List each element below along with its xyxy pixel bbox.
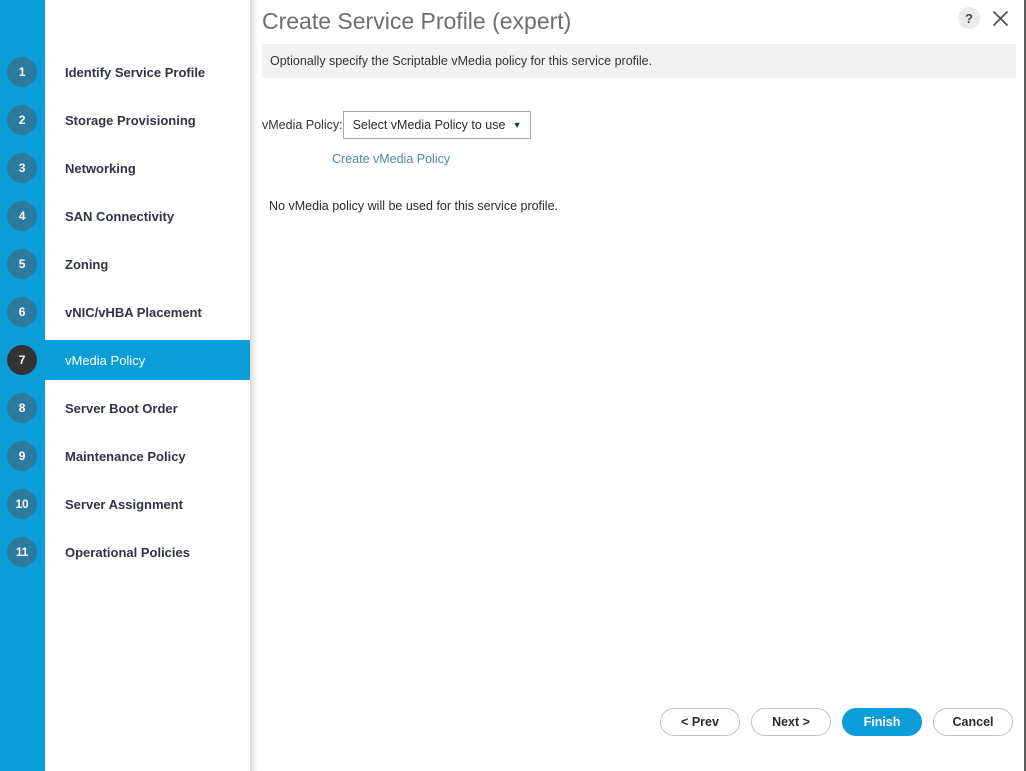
wizard-step-label: Storage Provisioning	[65, 112, 196, 128]
vmedia-policy-row: vMedia Policy: Select vMedia Policy to u…	[258, 111, 531, 139]
wizard-step-label: vMedia Policy	[65, 352, 146, 368]
wizard-step-label: Networking	[65, 160, 136, 176]
create-vmedia-policy-link[interactable]: Create vMedia Policy	[332, 152, 450, 166]
vmedia-policy-select-value: Select vMedia Policy to use	[352, 118, 506, 132]
wizard-step-10[interactable]: 10 Server Assignment	[0, 484, 250, 524]
wizard-step-number-badge: 9	[7, 441, 37, 471]
title-bar-actions: ?	[958, 6, 1012, 30]
wizard-step-6[interactable]: 6 vNIC/vHBA Placement	[0, 292, 250, 332]
help-icon[interactable]: ?	[958, 7, 980, 29]
cancel-button[interactable]: Cancel	[933, 708, 1013, 736]
wizard-step-number-badge: 1	[7, 57, 37, 87]
wizard-navigator: 1 Identify Service Profile 2 Storage Provis…	[0, 0, 258, 771]
wizard-step-number-badge: 11	[7, 537, 37, 567]
dialog-content: Create Service Profile (expert) ? Option…	[258, 0, 1024, 771]
prev-button[interactable]: < Prev	[660, 708, 740, 736]
wizard-step-label: Operational Policies	[65, 544, 190, 560]
wizard-step-number-badge: 7	[7, 345, 37, 375]
wizard-step-number-badge: 10	[7, 489, 37, 519]
chevron-down-icon: ▼	[512, 119, 522, 130]
wizard-step-11[interactable]: 11 Operational Policies	[0, 532, 250, 572]
wizard-step-label: Maintenance Policy	[65, 448, 186, 464]
vmedia-policy-select[interactable]: Select vMedia Policy to use ▼	[342, 111, 531, 139]
wizard-step-label: Identify Service Profile	[65, 64, 206, 80]
dialog-footer: < Prev Next > Finish Cancel	[258, 698, 1024, 771]
next-button[interactable]: Next >	[751, 708, 831, 736]
wizard-step-1[interactable]: 1 Identify Service Profile	[0, 52, 250, 92]
instruction-bar: Optionally specify the Scriptable vMedia…	[262, 44, 1016, 78]
vmedia-policy-status-text: No vMedia policy will be used for this s…	[269, 199, 559, 213]
vmedia-policy-label: vMedia Policy:	[262, 118, 343, 132]
wizard-step-label: Server Assignment	[65, 496, 184, 512]
wizard-step-5[interactable]: 5 Zoning	[0, 244, 250, 284]
wizard-step-3[interactable]: 3 Networking	[0, 148, 250, 188]
wizard-step-7[interactable]: 7 vMedia Policy	[0, 340, 250, 380]
wizard-step-list: 1 Identify Service Profile 2 Storage Provis…	[0, 0, 250, 771]
finish-button[interactable]: Finish	[842, 708, 922, 736]
wizard-step-label: Zoning	[65, 256, 109, 272]
wizard-step-9[interactable]: 9 Maintenance Policy	[0, 436, 250, 476]
wizard-step-8[interactable]: 8 Server Boot Order	[0, 388, 250, 428]
wizard-step-number-badge: 5	[7, 249, 37, 279]
wizard-panel-shadow	[250, 0, 258, 771]
wizard-step-number-badge: 2	[7, 105, 37, 135]
wizard-step-4[interactable]: 4 SAN Connectivity	[0, 196, 250, 236]
wizard-step-number-badge: 3	[7, 153, 37, 183]
wizard-step-2[interactable]: 2 Storage Provisioning	[0, 100, 250, 140]
close-icon[interactable]	[988, 6, 1012, 30]
wizard-step-label: SAN Connectivity	[65, 208, 175, 224]
wizard-step-label: Server Boot Order	[65, 400, 178, 416]
create-service-profile-dialog: 1 Identify Service Profile 2 Storage Provis…	[0, 0, 1026, 771]
instruction-text: Optionally specify the Scriptable vMedia…	[270, 54, 653, 68]
page-title: Create Service Profile (expert)	[262, 8, 572, 34]
wizard-step-number-badge: 4	[7, 201, 37, 231]
wizard-step-number-badge: 6	[7, 297, 37, 327]
wizard-step-label: vNIC/vHBA Placement	[65, 304, 202, 320]
wizard-step-number-badge: 8	[7, 393, 37, 423]
footer-button-group: < Prev Next > Finish Cancel	[660, 708, 1013, 736]
vmedia-policy-form: vMedia Policy: Select vMedia Policy to u…	[258, 78, 1024, 698]
